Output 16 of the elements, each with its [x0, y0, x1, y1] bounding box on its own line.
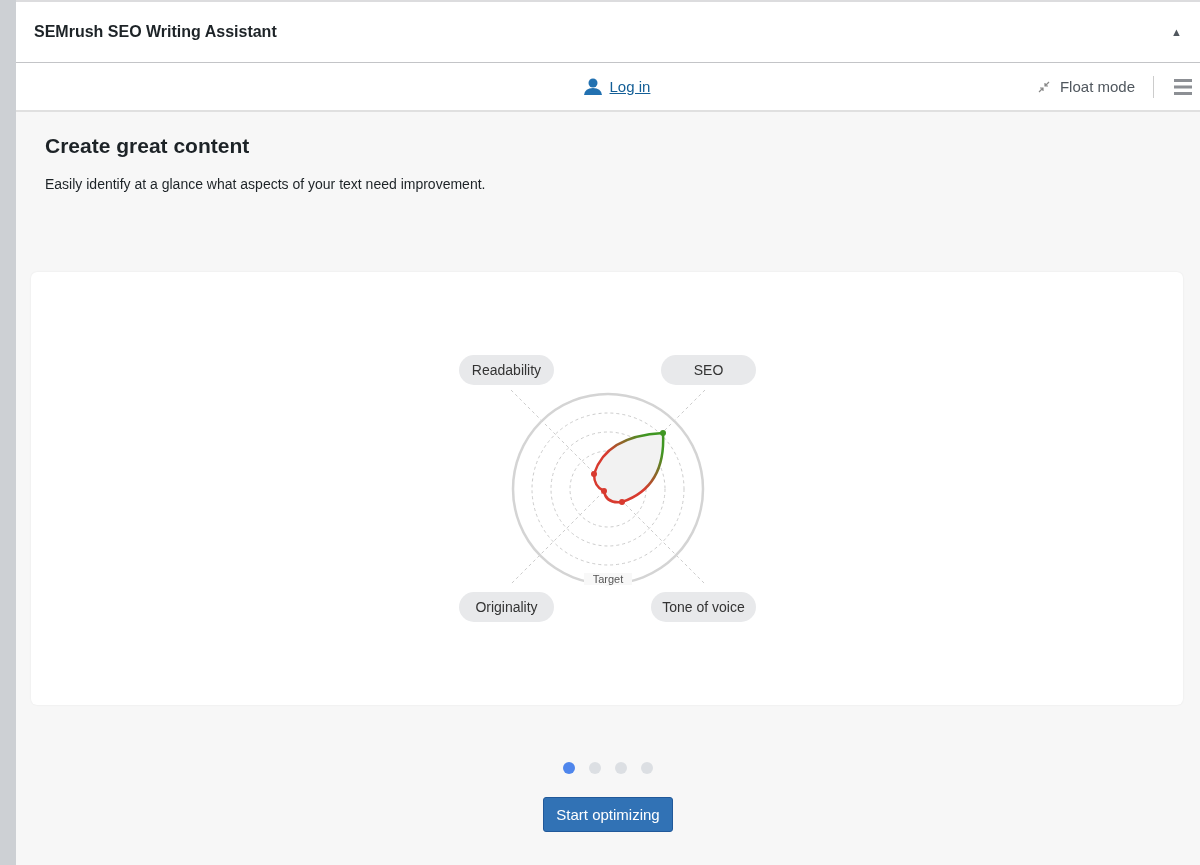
user-icon: [583, 78, 602, 95]
start-optimizing-button[interactable]: Start optimizing: [543, 797, 673, 832]
slide-indicator[interactable]: [563, 762, 575, 774]
axis-label: Tone of voice: [651, 592, 756, 622]
intro-text: Easily identify at a glance what aspects of your text need improvement.: [45, 176, 487, 192]
collapse-toggle[interactable]: ▲: [1171, 26, 1182, 38]
float-mode-button[interactable]: Float mode: [1059, 78, 1135, 95]
menu-icon[interactable]: [1174, 78, 1192, 95]
panel-title: SEMrush SEO Writing Assistant: [34, 23, 277, 41]
axis-label: SEO: [661, 355, 756, 385]
axis-label: Originality: [459, 592, 554, 622]
login-link[interactable]: Log in: [609, 78, 651, 95]
intro-heading: Create great content: [45, 134, 251, 158]
target-label: Target: [584, 573, 632, 585]
axis-label: Readability: [459, 355, 554, 385]
shrink-arrows-icon[interactable]: [1037, 80, 1050, 93]
